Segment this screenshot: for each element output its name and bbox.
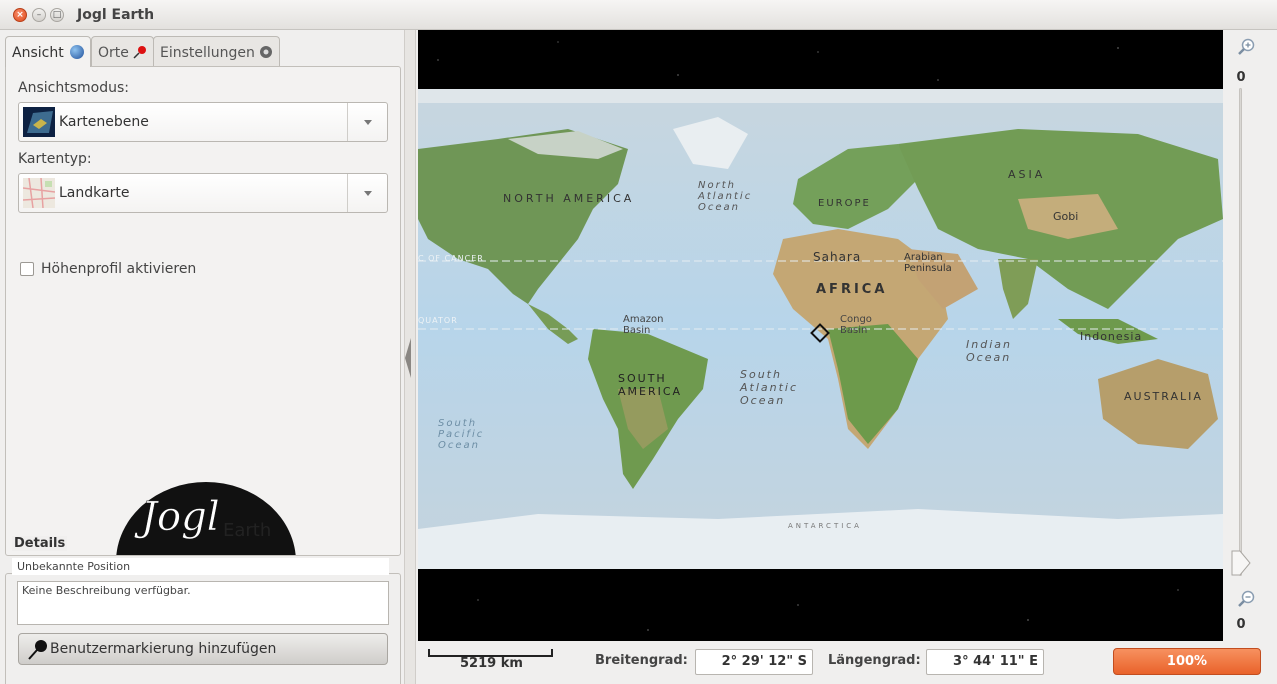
map-label-europe: EUROPE xyxy=(818,198,871,209)
map-type-value: Landkarte xyxy=(59,185,130,201)
map-label-south-pacific: South Pacific Ocean xyxy=(438,418,485,451)
tab-label: Ansicht xyxy=(12,45,64,61)
map-label-australia: AUSTRALIA xyxy=(1124,390,1203,403)
scale-label: 5219 km xyxy=(460,656,523,671)
pin-icon xyxy=(133,46,147,59)
view-mode-select[interactable]: Kartenebene xyxy=(18,102,388,142)
longitude-field[interactable]: 3° 44' 11" E xyxy=(926,649,1044,675)
zoom-in-icon[interactable] xyxy=(1237,38,1255,56)
chevron-down-icon[interactable] xyxy=(347,174,387,212)
street-map-icon xyxy=(23,178,55,208)
globe-icon xyxy=(70,45,85,59)
longitude-label: Längengrad: xyxy=(828,653,921,668)
latitude-field[interactable]: 2° 29' 12" S xyxy=(695,649,813,675)
map-label-equator: QUATOR xyxy=(418,316,458,325)
world-map[interactable] xyxy=(418,89,1223,569)
description-field[interactable]: Keine Beschreibung verfügbar. xyxy=(17,581,389,625)
chevron-down-icon[interactable] xyxy=(347,103,387,141)
map-label-indonesia: Indonesia xyxy=(1080,330,1143,343)
zoom-bottom-value: 0 xyxy=(1236,617,1246,632)
zoom-slider-thumb[interactable] xyxy=(1230,550,1252,576)
gear-icon xyxy=(260,46,273,58)
svg-text:Earth: Earth xyxy=(223,520,271,541)
tab-label: Orte xyxy=(98,45,129,61)
svg-text:Jogl: Jogl xyxy=(134,494,220,540)
tab-orte[interactable]: Orte xyxy=(91,36,155,66)
map-label-asia: ASIA xyxy=(1008,168,1046,181)
map-plane-icon xyxy=(23,107,55,137)
tab-einstellungen[interactable]: Einstellungen xyxy=(153,36,281,66)
panel-splitter[interactable] xyxy=(404,30,416,684)
zoom-out-icon[interactable] xyxy=(1237,590,1255,608)
map-label-tropic-cancer: C OF CANCER xyxy=(418,254,484,263)
elevation-label: Höhenprofil aktivieren xyxy=(41,261,197,277)
map-type-select[interactable]: Landkarte xyxy=(18,173,388,213)
maximize-window-button[interactable]: □ xyxy=(50,8,64,22)
map-view[interactable]: NORTH AMERICA EUROPE ASIA Gobi Sahara Ar… xyxy=(418,30,1223,641)
close-window-button[interactable]: × xyxy=(13,8,27,22)
add-user-marker-button[interactable]: Benutzermarkierung hinzufügen xyxy=(18,633,388,665)
status-bar: 5219 km Breitengrad: 2° 29' 12" S Längen… xyxy=(418,641,1277,684)
map-label-antarctica: ANTARCTICA xyxy=(788,522,862,530)
jogl-earth-logo: Jogl Earth xyxy=(116,482,296,555)
loading-progress-bar: 100% xyxy=(1113,648,1261,675)
window-title: Jogl Earth xyxy=(77,7,155,23)
view-mode-label: Ansichtsmodus: xyxy=(18,80,129,96)
title-bar: × – □ Jogl Earth xyxy=(0,0,1277,30)
map-label-amazon: Amazon Basin xyxy=(623,314,664,336)
map-label-sahara: Sahara xyxy=(813,250,862,264)
ansicht-panel: Ansichtsmodus: Kartenebene Kartentyp: La… xyxy=(5,66,401,556)
map-label-congo: Congo Basin xyxy=(840,314,872,336)
latitude-label: Breitengrad: xyxy=(595,653,688,668)
details-title: Details xyxy=(12,536,68,551)
pin-icon xyxy=(28,640,47,660)
map-type-label: Kartentyp: xyxy=(18,151,92,167)
map-label-africa: AFRICA xyxy=(816,282,888,297)
map-label-north-america: NORTH AMERICA xyxy=(503,192,635,205)
map-label-north-atlantic: North Atlantic Ocean xyxy=(698,180,753,213)
elevation-checkbox[interactable] xyxy=(20,262,34,276)
zoom-top-value: 0 xyxy=(1236,70,1246,85)
view-mode-value: Kartenebene xyxy=(59,114,149,130)
map-label-south-atlantic: South Atlantic Ocean xyxy=(740,368,799,407)
map-label-indian-ocean: Indian Ocean xyxy=(966,338,1012,364)
tab-ansicht[interactable]: Ansicht xyxy=(5,36,92,67)
tab-label: Einstellungen xyxy=(160,45,255,61)
position-field: Unbekannte Position xyxy=(12,558,389,575)
minimize-window-button[interactable]: – xyxy=(32,8,46,22)
map-label-arabian: Arabian Peninsula xyxy=(904,252,952,274)
zoom-slider-track[interactable] xyxy=(1239,88,1242,576)
left-panel: Ansicht Orte Einstellungen Ansichtsmodus… xyxy=(0,30,404,684)
map-label-south-america: SOUTH AMERICA xyxy=(618,372,683,398)
add-user-marker-label: Benutzermarkierung hinzufügen xyxy=(50,641,277,657)
zoom-panel: 0 0 xyxy=(1223,30,1277,641)
map-label-gobi: Gobi xyxy=(1053,210,1079,223)
